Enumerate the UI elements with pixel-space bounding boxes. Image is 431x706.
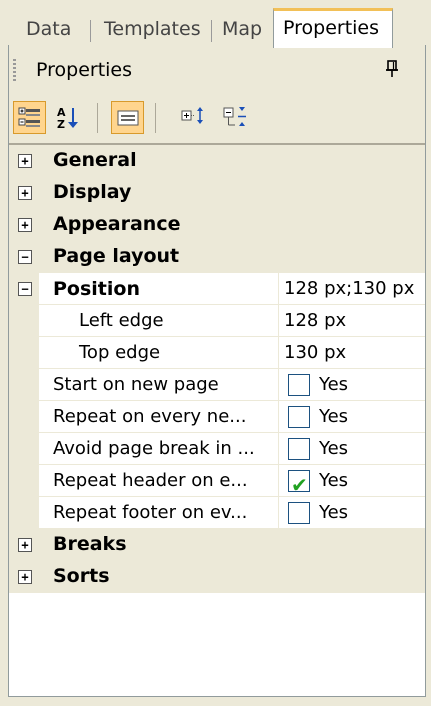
category-general[interactable]: + General: [9, 145, 425, 177]
checkbox-label: Yes: [319, 470, 349, 491]
collapse-icon[interactable]: −: [18, 250, 32, 264]
property-row-avoid-page-break[interactable]: Avoid page break in ... Yes: [9, 433, 425, 465]
expand-all-button[interactable]: [177, 101, 210, 134]
property-name: Position: [39, 273, 278, 305]
property-value: Yes: [278, 369, 425, 401]
property-name: Left edge: [39, 305, 278, 337]
tab-separator: [90, 20, 91, 42]
categorized-icon: [18, 107, 40, 127]
checkbox-label: Yes: [319, 406, 349, 427]
row-gutter: [9, 401, 39, 433]
expand-icon[interactable]: +: [18, 570, 32, 584]
checkbox-label: Yes: [319, 438, 349, 459]
category-label: Breaks: [53, 533, 127, 555]
sort-az-icon: A Z: [57, 106, 78, 131]
property-value-top-edge[interactable]: 130 px: [278, 337, 425, 369]
collapse-all-button[interactable]: [219, 101, 252, 134]
category-display[interactable]: + Display: [9, 177, 425, 209]
category-label: Display: [53, 181, 132, 203]
expand-icon[interactable]: +: [18, 186, 32, 200]
tab-map[interactable]: Map: [210, 14, 262, 46]
checkbox[interactable]: [288, 374, 310, 396]
property-name: Start on new page: [39, 369, 278, 401]
property-value: ✔ Yes: [278, 465, 425, 497]
category-label: General: [53, 149, 137, 171]
checkbox-label: Yes: [319, 502, 349, 523]
properties-toolbar: A Z: [9, 93, 425, 143]
property-name: Avoid page break in ...: [39, 433, 278, 465]
checkbox-checked[interactable]: ✔: [288, 470, 310, 496]
row-gutter: −: [9, 273, 39, 305]
property-row-left-edge[interactable]: Left edge 128 px: [9, 305, 425, 337]
alphabetical-sort-button[interactable]: A Z: [51, 101, 84, 134]
tab-properties[interactable]: Properties: [273, 8, 393, 48]
property-name: Repeat footer on ev...: [39, 497, 278, 529]
property-row-repeat-header[interactable]: Repeat header on e... ✔ Yes: [9, 465, 425, 497]
expand-all-icon: [181, 107, 203, 124]
panel-title: Properties: [36, 59, 133, 81]
toolbar-separator: [97, 103, 98, 133]
property-name: Top edge: [39, 337, 278, 369]
checkbox[interactable]: [288, 502, 310, 524]
property-value: Yes: [278, 433, 425, 465]
property-row-top-edge[interactable]: Top edge 130 px: [9, 337, 425, 369]
checkmark-icon: ✔: [291, 473, 308, 497]
row-gutter: [9, 433, 39, 465]
property-pages-button[interactable]: [111, 101, 144, 134]
tab-templates[interactable]: Templates: [92, 14, 201, 46]
expand-icon[interactable]: +: [18, 218, 32, 232]
property-row-repeat-footer[interactable]: Repeat footer on ev... Yes: [9, 497, 425, 529]
property-name: Repeat on every ne...: [39, 401, 278, 433]
tab-strip: Data Templates Map Properties: [8, 8, 423, 48]
svg-text:Z: Z: [57, 118, 65, 131]
checkbox[interactable]: [288, 406, 310, 428]
properties-panel: Properties A Z + General + Display + App…: [8, 45, 426, 697]
drag-grip-handle[interactable]: [13, 59, 16, 81]
property-value: Yes: [278, 497, 425, 529]
pin-icon[interactable]: [385, 60, 399, 83]
category-label: Appearance: [53, 213, 181, 235]
panel-header: Properties: [9, 45, 425, 93]
property-name: Repeat header on e...: [39, 465, 278, 497]
expand-icon[interactable]: +: [18, 154, 32, 168]
property-row-repeat-on-every-new-page[interactable]: Repeat on every ne... Yes: [9, 401, 425, 433]
collapse-icon[interactable]: −: [18, 282, 32, 296]
category-sorts[interactable]: + Sorts: [9, 561, 425, 593]
expand-icon[interactable]: +: [18, 538, 32, 552]
toolbar-separator: [155, 103, 156, 133]
category-breaks[interactable]: + Breaks: [9, 529, 425, 561]
category-label: Page layout: [53, 245, 180, 267]
category-label: Sorts: [53, 565, 110, 587]
collapse-all-icon: [223, 107, 246, 126]
tab-data[interactable]: Data: [14, 14, 71, 46]
property-row-start-on-new-page[interactable]: Start on new page Yes: [9, 369, 425, 401]
property-row-position[interactable]: − Position 128 px;130 px: [9, 273, 425, 305]
checkbox-label: Yes: [319, 374, 349, 395]
row-gutter: [9, 369, 39, 401]
row-gutter: [9, 337, 39, 369]
category-appearance[interactable]: + Appearance: [9, 209, 425, 241]
property-value-position[interactable]: 128 px;130 px: [278, 273, 425, 305]
property-value: Yes: [278, 401, 425, 433]
property-value-left-edge[interactable]: 128 px: [278, 305, 425, 337]
row-gutter: [9, 497, 39, 529]
row-gutter: [9, 465, 39, 497]
row-gutter: [9, 305, 39, 337]
property-pages-icon: [117, 110, 139, 126]
category-page-layout[interactable]: − Page layout: [9, 241, 425, 273]
checkbox[interactable]: [288, 438, 310, 460]
property-grid: + General + Display + Appearance − Page …: [9, 145, 425, 593]
categorized-view-button[interactable]: [13, 101, 46, 134]
